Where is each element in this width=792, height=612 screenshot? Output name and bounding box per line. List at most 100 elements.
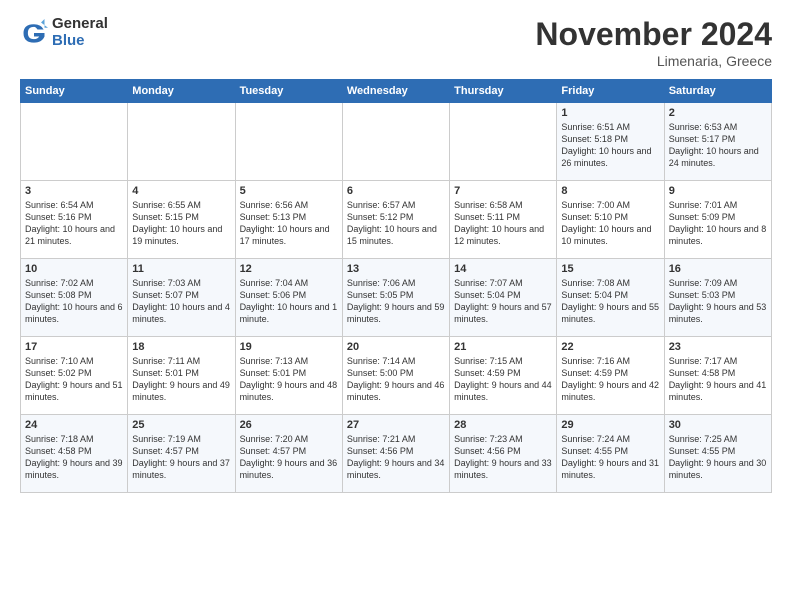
day-cell: 20 Sunrise: 7:14 AMSunset: 5:00 PMDayligh… [342,337,449,415]
day-cell: 11Sunrise: 7:03 AMSunset: 5:07 PMDayligh… [128,259,235,337]
day-cell: 16Sunrise: 7:09 AMSunset: 5:03 PMDayligh… [664,259,771,337]
day-cell: 17Sunrise: 7:10 AMSunset: 5:02 PMDayligh… [21,337,128,415]
day-info: Daylight: 10 hours and 17 minutes. [240,223,338,247]
day-info: Daylight: 10 hours and 4 minutes. [132,301,230,325]
day-number: 19 [240,341,338,353]
header-monday: Monday [128,80,235,103]
day-cell: 1Sunrise: 6:51 AMSunset: 5:18 PMDaylight… [557,103,664,181]
day-number: 30 [669,419,767,431]
day-cell [235,103,342,181]
day-info: Sunrise: 7:18 AM [25,433,123,445]
day-number: 25 [132,419,230,431]
day-info: Sunrise: 7:00 AM [561,199,659,211]
day-info: Sunrise: 6:55 AM [132,199,230,211]
day-info: Daylight: 9 hours and 30 minutes. [669,457,767,481]
day-info: Sunset: 5:10 PM [561,211,659,223]
week-row-0: 1Sunrise: 6:51 AMSunset: 5:18 PMDaylight… [21,103,772,181]
day-info: Sunset: 5:12 PM [347,211,445,223]
day-cell: 15Sunrise: 7:08 AMSunset: 5:04 PMDayligh… [557,259,664,337]
logo: General Blue [20,16,108,49]
day-info: Sunset: 5:05 PM [347,289,445,301]
day-info: Sunset: 4:59 PM [454,367,552,379]
day-info: Daylight: 9 hours and 51 minutes. [25,379,123,403]
day-number: 2 [669,107,767,119]
day-info: Daylight: 9 hours and 36 minutes. [240,457,338,481]
day-cell [342,103,449,181]
day-info: Sunset: 5:16 PM [25,211,123,223]
day-cell: 30 Sunrise: 7:25 AMSunset: 4:55 PMDayligh… [664,415,771,493]
day-info: Sunset: 5:17 PM [669,133,767,145]
day-number: 7 [454,185,552,197]
day-info: Daylight: 10 hours and 26 minutes. [561,145,659,169]
day-cell: 2Sunrise: 6:53 AMSunset: 5:17 PMDaylight… [664,103,771,181]
day-number: 13 [347,263,445,275]
day-cell: 8Sunrise: 7:00 AMSunset: 5:10 PMDaylight… [557,181,664,259]
day-number: 8 [561,185,659,197]
day-cell: 13Sunrise: 7:06 AMSunset: 5:05 PMDayligh… [342,259,449,337]
day-info: Daylight: 9 hours and 46 minutes. [347,379,445,403]
day-number: 10 [25,263,123,275]
day-number: 21 [454,341,552,353]
week-row-3: 17Sunrise: 7:10 AMSunset: 5:02 PMDayligh… [21,337,772,415]
day-info: Daylight: 10 hours and 1 minute. [240,301,338,325]
day-cell: 12Sunrise: 7:04 AMSunset: 5:06 PMDayligh… [235,259,342,337]
header-friday: Friday [557,80,664,103]
day-info: Daylight: 10 hours and 15 minutes. [347,223,445,247]
day-cell [450,103,557,181]
day-info: Sunset: 5:01 PM [132,367,230,379]
day-info: Daylight: 10 hours and 12 minutes. [454,223,552,247]
day-cell: 7Sunrise: 6:58 AMSunset: 5:11 PMDaylight… [450,181,557,259]
day-info: Daylight: 9 hours and 49 minutes. [132,379,230,403]
day-cell: 9Sunrise: 7:01 AMSunset: 5:09 PMDaylight… [664,181,771,259]
day-info: Sunset: 5:11 PM [454,211,552,223]
day-info: Sunset: 5:01 PM [240,367,338,379]
subtitle: Limenaria, Greece [535,53,772,69]
day-number: 14 [454,263,552,275]
day-info: Sunrise: 7:24 AM [561,433,659,445]
day-info: Sunset: 4:56 PM [454,445,552,457]
day-info: Sunrise: 6:57 AM [347,199,445,211]
day-info: Sunset: 4:57 PM [240,445,338,457]
day-number: 9 [669,185,767,197]
day-info: Sunrise: 7:21 AM [347,433,445,445]
day-info: Daylight: 9 hours and 31 minutes. [561,457,659,481]
logo-blue: Blue [52,33,108,50]
day-info: Sunset: 5:00 PM [347,367,445,379]
day-info: Sunrise: 7:11 AM [132,355,230,367]
day-number: 28 [454,419,552,431]
day-info: Daylight: 10 hours and 8 minutes. [669,223,767,247]
day-cell: 5Sunrise: 6:56 AMSunset: 5:13 PMDaylight… [235,181,342,259]
day-info: Sunset: 4:59 PM [561,367,659,379]
header-sunday: Sunday [21,80,128,103]
day-number: 26 [240,419,338,431]
day-info: Sunset: 5:06 PM [240,289,338,301]
day-cell: 3Sunrise: 6:54 AMSunset: 5:16 PMDaylight… [21,181,128,259]
day-info: Daylight: 9 hours and 39 minutes. [25,457,123,481]
day-cell: 25Sunrise: 7:19 AMSunset: 4:57 PMDayligh… [128,415,235,493]
day-cell [21,103,128,181]
day-info: Sunset: 5:13 PM [240,211,338,223]
day-cell: 21 Sunrise: 7:15 AMSunset: 4:59 PMDayligh… [450,337,557,415]
day-info: Sunrise: 7:25 AM [669,433,767,445]
day-cell: 10Sunrise: 7:02 AMSunset: 5:08 PMDayligh… [21,259,128,337]
day-info: Sunset: 5:09 PM [669,211,767,223]
day-number: 20 [347,341,445,353]
day-number: 6 [347,185,445,197]
header-thursday: Thursday [450,80,557,103]
day-info: Daylight: 10 hours and 19 minutes. [132,223,230,247]
day-info: Daylight: 9 hours and 44 minutes. [454,379,552,403]
day-info: Sunrise: 7:14 AM [347,355,445,367]
day-info: Sunset: 5:08 PM [25,289,123,301]
header-tuesday: Tuesday [235,80,342,103]
logo-text: General Blue [52,16,108,49]
day-info: Sunrise: 7:15 AM [454,355,552,367]
month-title: November 2024 [535,16,772,53]
day-info: Sunset: 5:03 PM [669,289,767,301]
day-cell [128,103,235,181]
day-info: Daylight: 9 hours and 33 minutes. [454,457,552,481]
day-info: Sunset: 4:57 PM [132,445,230,457]
day-number: 29 [561,419,659,431]
day-info: Sunrise: 7:16 AM [561,355,659,367]
day-info: Sunrise: 7:06 AM [347,277,445,289]
day-info: Sunset: 4:55 PM [669,445,767,457]
